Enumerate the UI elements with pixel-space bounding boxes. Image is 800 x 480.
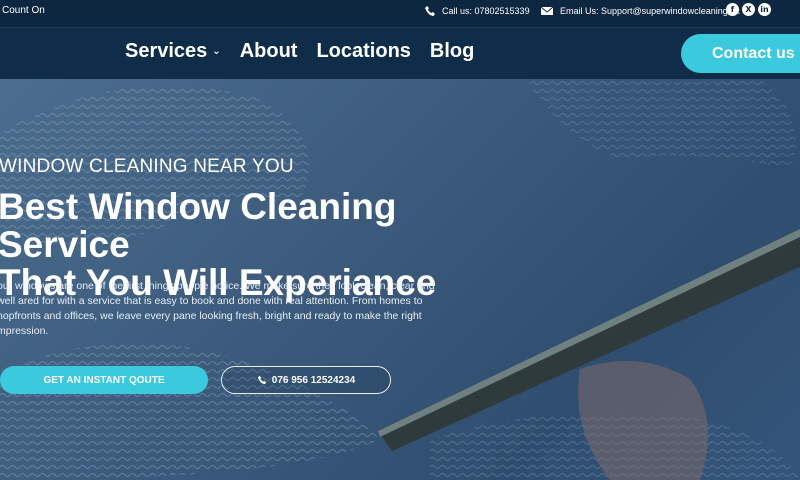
email-contact[interactable]: Email Us: Support@superwindowcleaning.uk [540, 5, 740, 17]
nav-menu: Services ⌄ About Locations Blog [125, 40, 474, 63]
phone-label[interactable]: Call us: 07802515339 [442, 6, 530, 16]
top-bar: Count On Call us: 07802515339 Email Us: … [0, 0, 800, 27]
x-twitter-icon[interactable]: X [742, 3, 755, 16]
facebook-icon[interactable]: f [726, 3, 739, 16]
main-nav: Services ⌄ About Locations Blog Contact … [0, 27, 800, 79]
nav-item-label: Services [125, 40, 208, 62]
nav-item-locations[interactable]: Locations [316, 40, 410, 63]
email-label[interactable]: Email Us: Support@superwindowcleaning.uk [560, 6, 740, 16]
social-links: f X in [726, 3, 771, 16]
hero-eyebrow: WINDOW CLEANING NEAR YOU [0, 156, 294, 177]
phone-contact[interactable]: Call us: 07802515339 [424, 5, 530, 17]
hero-description: our windows are one of the first things … [0, 280, 435, 337]
call-phone-label: 076 956 12524234 [271, 374, 356, 386]
nav-item-services[interactable]: Services ⌄ [125, 40, 221, 63]
instant-quote-label: GET AN INSTANT QOUTE [43, 374, 165, 386]
chevron-down-icon: ⌄ [212, 46, 221, 57]
nav-item-blog[interactable]: Blog [430, 40, 474, 63]
envelope-icon [540, 6, 554, 15]
linkedin-icon[interactable]: in [758, 3, 771, 16]
hero-section: WINDOW CLEANING NEAR YOU Best Window Cle… [0, 79, 800, 480]
headline-line-1: Best Window Cleaning Service [0, 186, 397, 265]
phone-icon [425, 6, 435, 16]
tagline: Count On [2, 5, 45, 16]
instant-quote-button[interactable]: GET AN INSTANT QOUTE [0, 366, 208, 394]
call-phone-button[interactable]: 076 956 12524234 [221, 366, 391, 394]
nav-item-about[interactable]: About [240, 40, 298, 63]
phone-icon [257, 375, 266, 385]
contact-us-button[interactable]: Contact us [681, 34, 800, 73]
